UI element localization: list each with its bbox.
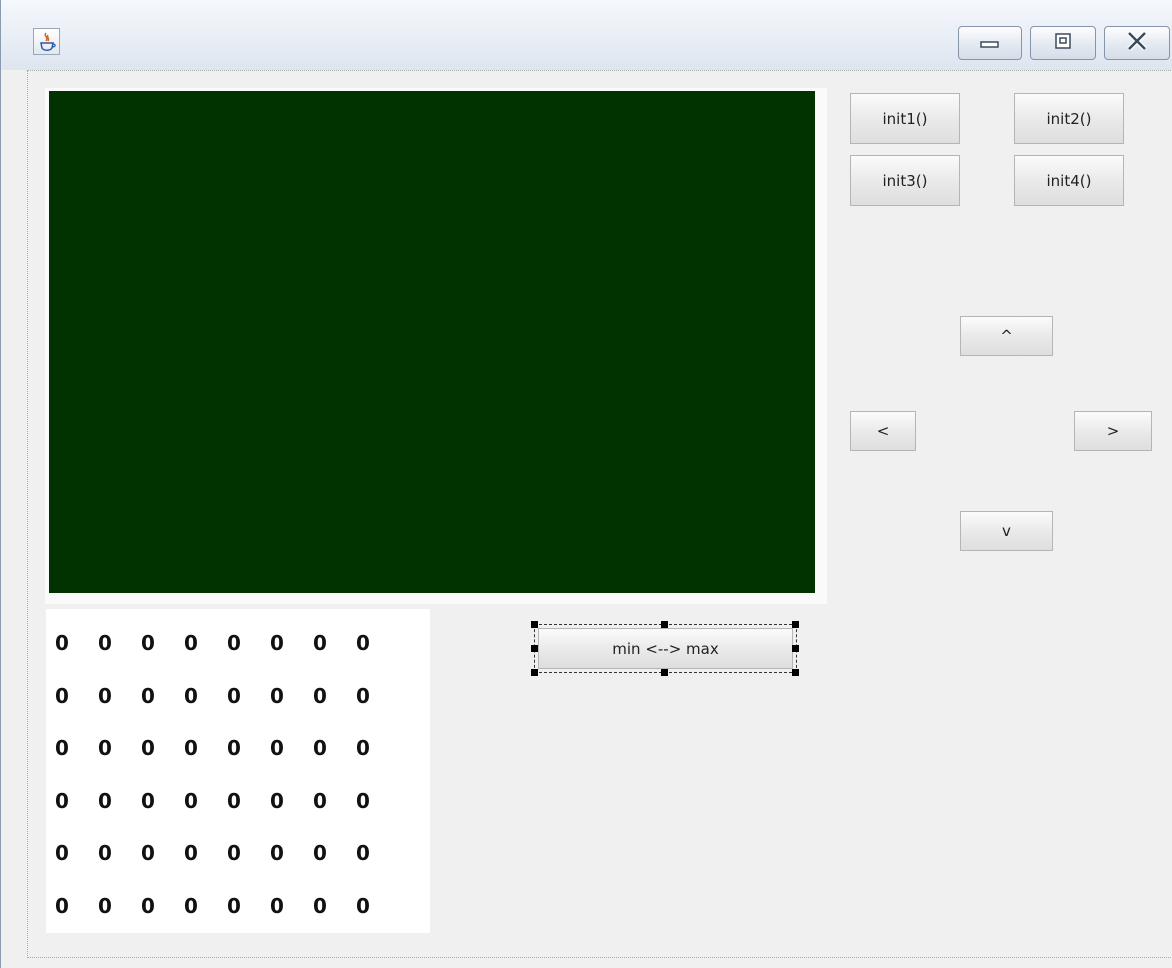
resize-handle[interactable] — [531, 669, 538, 676]
grid-cell: 0 — [184, 683, 198, 708]
close-button[interactable] — [1104, 26, 1170, 60]
grid-cell: 0 — [98, 894, 112, 918]
grid-cell: 0 — [227, 788, 241, 813]
grid-cell: 0 — [55, 894, 69, 918]
grid-cell: 0 — [227, 894, 241, 918]
grid-cell: 0 — [270, 631, 284, 655]
left-button[interactable]: < — [850, 411, 916, 451]
right-button[interactable]: > — [1074, 411, 1152, 451]
title-bar[interactable] — [1, 0, 1172, 70]
grid-cell: 0 — [227, 841, 241, 866]
init2-button[interactable]: init2() — [1014, 93, 1124, 144]
java-icon[interactable] — [33, 28, 60, 55]
grid-cell: 0 — [270, 683, 284, 708]
grid-cell: 0 — [227, 683, 241, 708]
grid-cell: 0 — [141, 683, 155, 708]
up-button[interactable]: ^ — [960, 316, 1053, 356]
maximize-button[interactable] — [1030, 26, 1096, 60]
init3-button[interactable]: init3() — [850, 155, 960, 206]
grid-cell: 0 — [227, 736, 241, 761]
grid-cell: 0 — [141, 631, 155, 655]
grid-cell: 0 — [141, 788, 155, 813]
grid-cell: 0 — [356, 736, 370, 761]
grid-cell: 0 — [356, 788, 370, 813]
init4-button[interactable]: init4() — [1014, 155, 1124, 206]
grid-cell: 0 — [227, 631, 241, 655]
grid-cell: 0 — [184, 736, 198, 761]
grid-row: 0 0 0 0 0 0 0 0 — [55, 838, 399, 868]
grid-cell: 0 — [356, 683, 370, 708]
grid-cell: 0 — [141, 894, 155, 918]
grid-cell: 0 — [356, 631, 370, 655]
grid-cell: 0 — [141, 736, 155, 761]
grid-cell: 0 — [313, 841, 327, 866]
resize-handle[interactable] — [661, 669, 668, 676]
grid-cell: 0 — [270, 841, 284, 866]
drawing-canvas[interactable] — [49, 91, 815, 593]
grid-cell: 0 — [141, 841, 155, 866]
grid-cell: 0 — [184, 841, 198, 866]
grid-cell: 0 — [313, 631, 327, 655]
grid-row: 0 0 0 0 0 0 0 0 — [55, 681, 399, 711]
maximize-icon — [1054, 32, 1072, 54]
grid-cell: 0 — [55, 631, 69, 655]
grid-cell: 0 — [313, 894, 327, 918]
resize-handle[interactable] — [792, 669, 799, 676]
grid-cell: 0 — [55, 841, 69, 866]
selection-outline — [534, 624, 797, 673]
resize-handle[interactable] — [531, 621, 538, 628]
grid-row: 0 0 0 0 0 0 0 0 — [55, 628, 399, 658]
grid-cell: 0 — [98, 631, 112, 655]
resize-handle[interactable] — [661, 621, 668, 628]
grid-cell: 0 — [313, 683, 327, 708]
minimize-button[interactable] — [958, 26, 1022, 60]
grid-cell: 0 — [270, 894, 284, 918]
close-icon — [1125, 31, 1149, 55]
app-window: 0000000000000000000000000000000000000000… — [0, 0, 1172, 968]
grid-cell: 0 — [356, 841, 370, 866]
grid-cell: 0 — [313, 788, 327, 813]
resize-handle[interactable] — [531, 645, 538, 652]
grid-cell: 0 — [270, 736, 284, 761]
resize-handle[interactable] — [792, 645, 799, 652]
grid-cell: 0 — [98, 683, 112, 708]
grid-row: 0 0 0 0 0 0 0 0 — [55, 891, 399, 921]
resize-handle[interactable] — [792, 621, 799, 628]
grid-cell: 0 — [313, 736, 327, 761]
init1-button[interactable]: init1() — [850, 93, 960, 144]
minimize-icon — [979, 34, 1001, 53]
grid-cell: 0 — [98, 841, 112, 866]
grid-cell: 0 — [98, 736, 112, 761]
grid-cell: 0 — [356, 894, 370, 918]
grid-cell: 0 — [270, 788, 284, 813]
grid-row: 0 0 0 0 0 0 0 0 — [55, 733, 399, 763]
grid-row: 0 0 0 0 0 0 0 0 — [55, 786, 399, 816]
grid-cell: 0 — [55, 788, 69, 813]
grid-cell: 0 — [55, 736, 69, 761]
down-button[interactable]: v — [960, 511, 1053, 551]
grid-cell: 0 — [55, 683, 69, 708]
grid-cell: 0 — [184, 788, 198, 813]
grid-cell: 0 — [98, 788, 112, 813]
grid-cell: 0 — [184, 631, 198, 655]
grid-cell: 0 — [184, 894, 198, 918]
